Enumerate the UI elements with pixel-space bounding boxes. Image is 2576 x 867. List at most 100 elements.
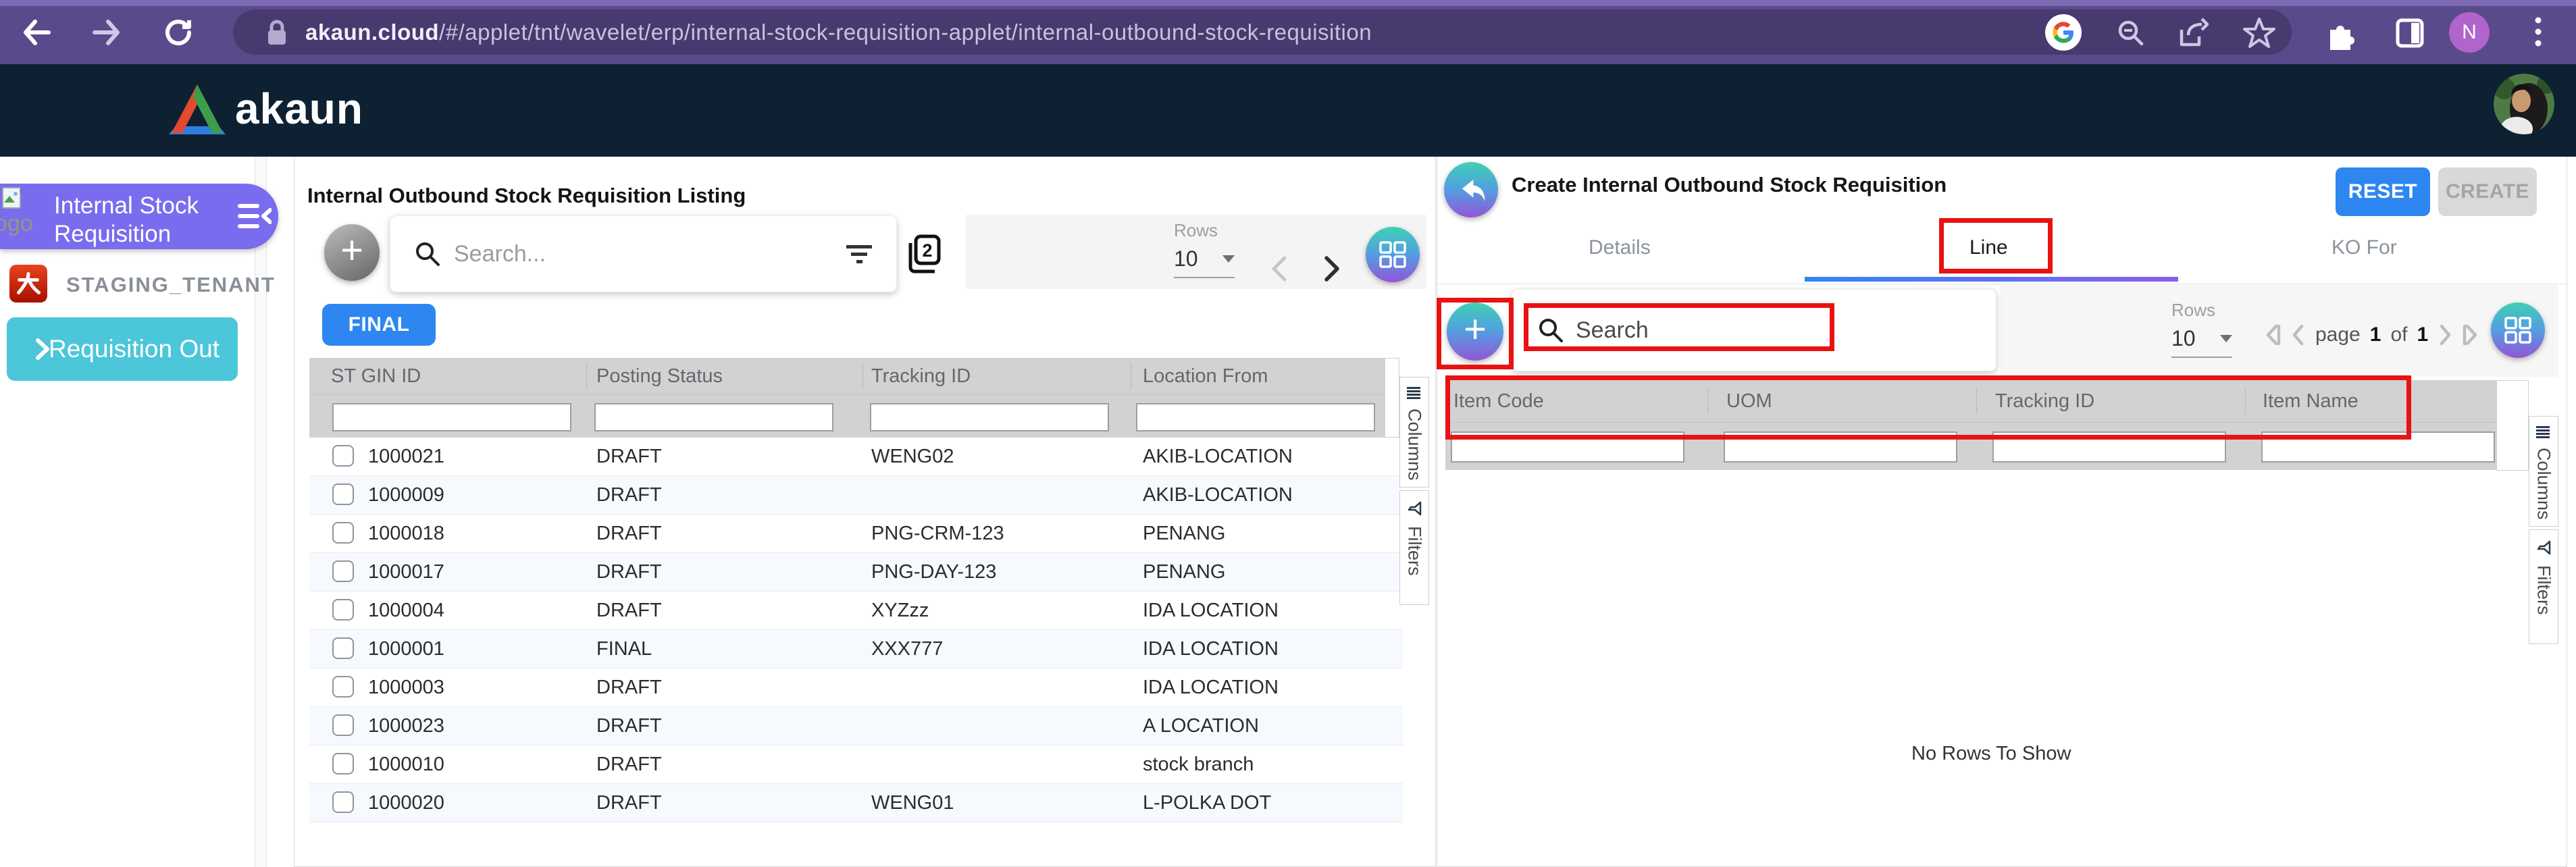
user-avatar[interactable] [2494, 74, 2554, 134]
reload-icon[interactable] [162, 16, 195, 49]
cell-location: PENANG [1143, 515, 1225, 552]
zoom-icon[interactable] [2115, 18, 2146, 49]
table-row[interactable]: 1000001 FINAL XXX777 IDA LOCATION [309, 630, 1403, 668]
bookmark-star-icon[interactable] [2242, 16, 2276, 50]
row-checkbox[interactable] [332, 676, 354, 698]
tab-ko-for[interactable]: KO For [2332, 236, 2397, 259]
extensions-puzzle-icon[interactable] [2325, 18, 2357, 50]
table-row[interactable]: 1000009 DRAFT AKIB-LOCATION [309, 476, 1403, 515]
final-filter-button[interactable]: FINAL [322, 304, 436, 346]
row-checkbox[interactable] [332, 753, 354, 774]
filter-input-posting-status[interactable] [594, 403, 833, 431]
cell-id: 1000018 [368, 515, 444, 552]
listing-title: Internal Outbound Stock Requisition List… [307, 184, 746, 208]
table-row[interactable]: 1000023 DRAFT A LOCATION [309, 707, 1403, 745]
table-row[interactable]: 1000020 DRAFT WENG01 L-POLKA DOT [309, 784, 1403, 822]
listing-rows: 1000021 DRAFT WENG02 AKIB-LOCATION 10000… [309, 438, 1403, 822]
lock-icon [263, 18, 290, 49]
last-page-icon[interactable] [2462, 323, 2479, 347]
cell-status: DRAFT [596, 553, 662, 591]
cell-id: 1000009 [368, 476, 444, 514]
share-icon[interactable] [2176, 18, 2209, 49]
create-button[interactable]: CREATE [2438, 167, 2537, 216]
add-record-button[interactable]: + [324, 224, 380, 281]
listing-header-row[interactable]: ST GIN ID Posting Status Tracking ID Loc… [309, 358, 1385, 394]
row-checkbox[interactable] [332, 791, 354, 813]
listing-grid-view-button[interactable] [1366, 227, 1420, 282]
row-checkbox[interactable] [332, 637, 354, 659]
page-value: 1 [2370, 323, 2381, 346]
column-header[interactable]: Tracking ID [871, 358, 971, 394]
columns-side-tab[interactable]: Columns [1399, 377, 1429, 488]
plus-icon: + [340, 231, 363, 270]
browser-menu-icon[interactable] [2534, 16, 2542, 49]
back-button[interactable] [1444, 162, 1498, 217]
listing-next-page-icon[interactable] [1321, 254, 1343, 284]
filter-input-tracking-id[interactable] [870, 403, 1109, 431]
row-checkbox[interactable] [332, 445, 354, 467]
sidebar-scrollbar[interactable] [255, 157, 267, 867]
row-checkbox[interactable] [332, 599, 354, 621]
column-header[interactable]: ST GIN ID [331, 358, 421, 394]
column-header[interactable]: Location From [1143, 358, 1268, 394]
listing-search-input[interactable] [453, 240, 846, 268]
column-header[interactable]: Posting Status [596, 358, 723, 394]
collapse-menu-icon[interactable] [238, 201, 272, 232]
tab-details[interactable]: Details [1589, 236, 1651, 259]
cell-tracking: PNG-CRM-123 [871, 515, 1004, 552]
cell-status: DRAFT [596, 784, 662, 822]
row-checkbox[interactable] [332, 522, 354, 544]
create-title: Create Internal Outbound Stock Requisiti… [1512, 173, 1947, 197]
listing-rows-per-page[interactable]: Rows 10 [1174, 220, 1255, 278]
columns-icon [2536, 426, 2551, 438]
page-total: 1 [2417, 323, 2428, 346]
cell-status: DRAFT [596, 438, 662, 475]
listing-prev-page-icon[interactable] [1268, 254, 1290, 284]
filter-input-st-gin-id[interactable] [332, 403, 571, 431]
back-icon[interactable] [20, 16, 53, 49]
filter-list-icon[interactable] [846, 242, 873, 265]
cell-id: 1000003 [368, 668, 444, 706]
row-checkbox[interactable] [332, 560, 354, 582]
table-row[interactable]: 1000003 DRAFT IDA LOCATION [309, 668, 1403, 707]
dropdown-caret-icon [2220, 335, 2232, 342]
cell-tracking: WENG01 [871, 784, 954, 822]
listing-search-box[interactable] [390, 215, 897, 292]
browser-profile-avatar[interactable]: N [2449, 12, 2490, 53]
table-row[interactable]: 1000010 DRAFT stock branch [309, 745, 1403, 784]
annotation-header-row [1445, 375, 2411, 440]
table-row[interactable]: 1000017 DRAFT PNG-DAY-123 PENANG [309, 553, 1403, 592]
filters-side-tab[interactable]: Filters [2529, 529, 2558, 644]
chevron-right-icon [34, 338, 51, 361]
prev-page-icon[interactable] [2291, 323, 2306, 347]
pages-copy-icon[interactable]: 2 [905, 234, 942, 274]
table-row[interactable]: 1000018 DRAFT PNG-CRM-123 PENANG [309, 515, 1403, 553]
filters-side-tab[interactable]: Filters [1399, 490, 1429, 605]
columns-side-tab[interactable]: Columns [2529, 416, 2558, 527]
line-rows-per-page[interactable]: Rows 10 [2171, 300, 2252, 358]
logo-alt-text: ogo [0, 211, 33, 237]
sidebar-item-internal-stock-requisition[interactable]: ogo Internal Stock Requisition [0, 184, 278, 249]
filter-input-location-from[interactable] [1136, 403, 1375, 431]
reset-button[interactable]: RESET [2336, 167, 2430, 216]
cell-status: FINAL [596, 630, 652, 668]
table-row[interactable]: 1000004 DRAFT XYZzz IDA LOCATION [309, 592, 1403, 630]
google-icon[interactable] [2045, 14, 2082, 51]
annotation-add-line-button [1437, 298, 1514, 369]
side-panel-icon[interactable] [2395, 18, 2425, 49]
rows-value: 10 [2171, 326, 2196, 351]
row-checkbox[interactable] [332, 714, 354, 736]
first-page-icon[interactable] [2264, 323, 2282, 347]
sidebar-item-requisition-out[interactable]: Requisition Out [7, 317, 238, 381]
app-header: akaun [0, 64, 2576, 157]
next-page-icon[interactable] [2438, 323, 2452, 347]
annotation-search-box [1524, 303, 1834, 351]
forward-icon[interactable] [91, 16, 123, 49]
table-row[interactable]: 1000021 DRAFT WENG02 AKIB-LOCATION [309, 438, 1403, 476]
line-grid-view-button[interactable] [2491, 303, 2545, 358]
cell-tracking: PNG-DAY-123 [871, 553, 996, 591]
cell-tracking: XYZzz [871, 592, 929, 629]
tenant-logo-icon[interactable] [9, 265, 47, 303]
cell-status: DRAFT [596, 668, 662, 706]
row-checkbox[interactable] [332, 483, 354, 505]
